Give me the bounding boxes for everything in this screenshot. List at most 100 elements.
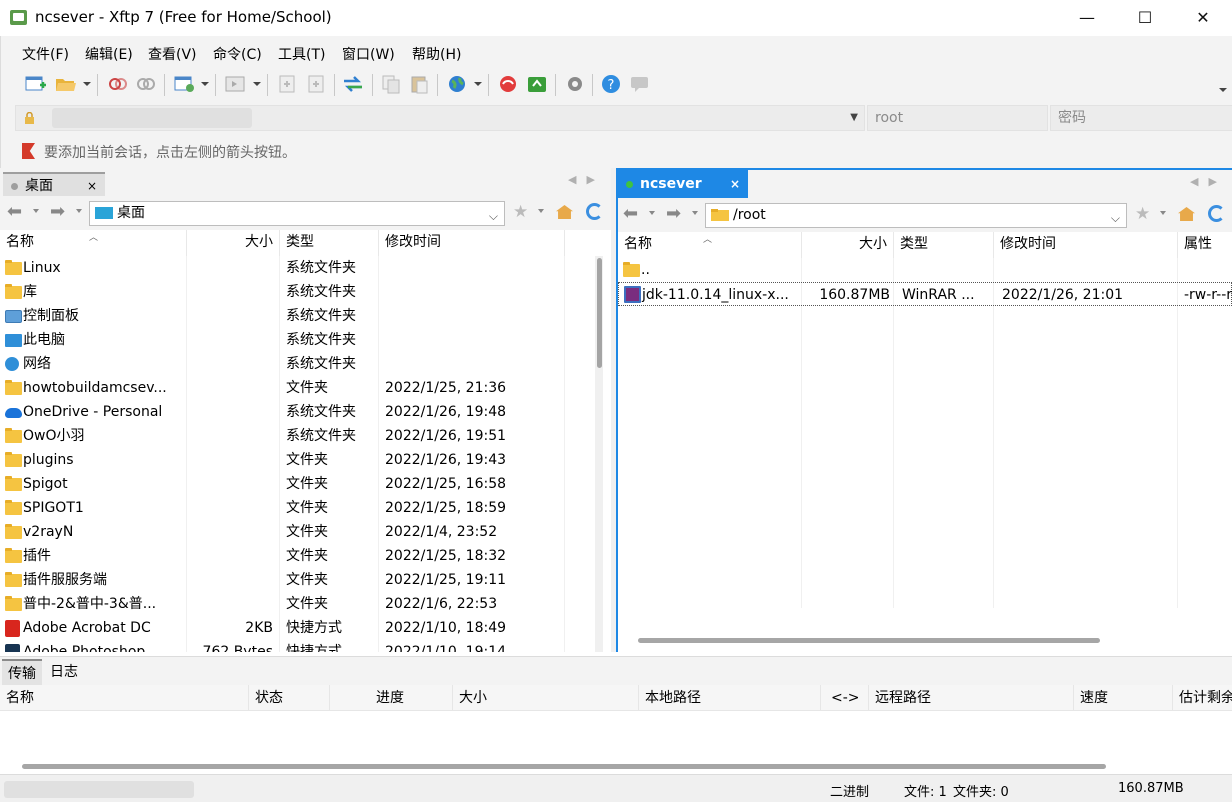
new-remote-folder-icon[interactable] [306,74,328,94]
file-row[interactable]: OneDrive - Personal 系统文件夹 2022/1/26, 19:48 [0,400,595,424]
path-dropdown-chevron-icon[interactable]: ⌵ [489,205,498,228]
file-row[interactable]: 网络 系统文件夹 [0,352,595,376]
session-properties-icon[interactable] [174,74,196,94]
menu-command[interactable]: 命令(C) [213,44,262,64]
file-row[interactable]: 库 系统文件夹 [0,280,595,304]
username-input[interactable]: root [867,105,1048,131]
globe-dropdown-caret-icon[interactable] [474,82,482,86]
column-header-local-path[interactable]: 本地路径 [639,685,821,711]
open-folder-icon[interactable] [55,74,77,94]
column-header-modified[interactable]: 修改时间 [994,232,1178,258]
local-vertical-scrollbar[interactable] [595,256,603,652]
file-row[interactable]: 插件服服务端 文件夹 2022/1/25, 19:11 [0,568,595,592]
local-path-input[interactable]: 桌面 ⌵ [89,201,505,226]
column-header-type[interactable]: 类型 [280,230,379,256]
tab-transfer[interactable]: 传输 [2,659,42,685]
favorites-star-icon[interactable]: ★ [513,202,528,222]
column-header-direction[interactable]: <-> [821,685,869,711]
file-row[interactable]: 插件 文件夹 2022/1/25, 18:32 [0,544,595,568]
file-row[interactable]: jdk-11.0.14_linux-x... 160.87MB WinRAR ...… [618,282,1232,306]
password-input[interactable]: 密码 [1050,105,1232,131]
favorites-star-icon[interactable]: ★ [1135,204,1150,224]
file-row[interactable]: 控制面板 系统文件夹 [0,304,595,328]
home-icon[interactable] [1178,207,1195,221]
column-header-name[interactable]: 名称 ︿ [618,232,802,258]
column-header-size[interactable]: 大小 [802,232,894,258]
file-row[interactable]: 此电脑 系统文件夹 [0,328,595,352]
column-header-type[interactable]: 类型 [894,232,994,258]
chat-icon[interactable] [629,74,651,94]
gear-icon[interactable] [564,74,586,94]
reconnect-icon[interactable] [135,74,157,94]
file-row[interactable]: Adobe Acrobat DC 2KB 快捷方式 2022/1/10, 18:49 [0,616,595,640]
help-icon[interactable]: ? [600,74,622,94]
column-header-name[interactable]: 名称 [0,685,249,711]
bookmark-flag-icon[interactable] [22,143,35,159]
new-local-folder-icon[interactable] [277,74,299,94]
forward-dropdown-caret-icon[interactable] [692,211,698,215]
toolbar-overflow-caret-icon[interactable] [1219,88,1227,92]
remote-path-input[interactable]: /root ⌵ [705,203,1127,228]
host-dropdown-caret-icon[interactable]: ▼ [850,106,858,130]
minimize-button[interactable]: — [1058,0,1116,36]
globe-icon[interactable] [447,74,469,94]
column-header-progress[interactable]: 进度 [330,685,453,711]
tab-scroll-arrows-icon[interactable]: ◀▶ [1190,175,1227,188]
back-arrow-icon[interactable]: ⬅ [7,202,22,222]
copy-icon[interactable] [381,74,403,94]
properties-dropdown-caret-icon[interactable] [201,82,209,86]
tab-close-icon[interactable]: × [728,176,742,192]
column-header-remote-path[interactable]: 远程路径 [869,685,1074,711]
menu-edit[interactable]: 编辑(E) [85,44,133,64]
column-header-size[interactable]: 大小 [187,230,280,256]
xshell-icon[interactable] [497,74,519,94]
back-dropdown-caret-icon[interactable] [649,211,655,215]
tab-local-desktop[interactable]: 桌面 × [3,172,105,196]
paste-icon[interactable] [409,74,431,94]
forward-dropdown-caret-icon[interactable] [76,209,82,213]
favorites-dropdown-caret-icon[interactable] [538,209,544,213]
status-transfer-mode[interactable]: 二进制 [830,781,869,800]
back-dropdown-caret-icon[interactable] [33,209,39,213]
favorites-dropdown-caret-icon[interactable] [1160,211,1166,215]
xftp-icon[interactable] [526,74,548,94]
tab-log[interactable]: 日志 [44,659,84,685]
file-row[interactable]: .. [618,258,1232,282]
menu-file[interactable]: 文件(F) [22,44,69,64]
column-header-attributes[interactable]: 属性 [1178,232,1232,258]
file-row[interactable]: howtobuildamcsev... 文件夹 2022/1/25, 21:36 [0,376,595,400]
tab-scroll-arrows-icon[interactable]: ◀▶ [568,173,605,186]
column-header-status[interactable]: 状态 [249,685,330,711]
home-icon[interactable] [556,205,573,219]
file-row[interactable]: v2rayN 文件夹 2022/1/4, 23:52 [0,520,595,544]
menu-help[interactable]: 帮助(H) [412,44,461,64]
tab-remote-ncsever[interactable]: ncsever × [618,170,748,198]
menu-window[interactable]: 窗口(W) [342,44,395,64]
sync-transfer-icon[interactable] [342,74,364,94]
file-row[interactable]: plugins 文件夹 2022/1/26, 19:43 [0,448,595,472]
transfer-horizontal-scrollbar[interactable] [22,764,1106,769]
open-dropdown-caret-icon[interactable] [83,82,91,86]
remote-horizontal-scrollbar[interactable] [638,638,1100,643]
file-row[interactable]: Adobe Photoshop ... 762 Bytes 快捷方式 2022/1/1… [0,640,595,652]
menu-view[interactable]: 查看(V) [148,44,197,64]
menu-tools[interactable]: 工具(T) [278,44,325,64]
forward-arrow-icon[interactable]: ➡ [50,202,65,222]
file-row[interactable]: SPIGOT1 文件夹 2022/1/25, 18:59 [0,496,595,520]
column-header-speed[interactable]: 速度 [1074,685,1173,711]
file-row[interactable]: Spigot 文件夹 2022/1/25, 16:58 [0,472,595,496]
file-row[interactable]: OwO小羽 系统文件夹 2022/1/26, 19:51 [0,424,595,448]
back-arrow-icon[interactable]: ⬅ [623,204,638,224]
terminal-icon[interactable] [225,74,247,94]
maximize-button[interactable]: ☐ [1116,0,1174,36]
refresh-icon[interactable] [1208,205,1225,222]
column-header-name[interactable]: 名称 ︿ [0,230,187,256]
file-row[interactable]: Linux 系统文件夹 [0,256,595,280]
tab-close-icon[interactable]: × [85,178,99,194]
forward-arrow-icon[interactable]: ➡ [666,204,681,224]
host-input[interactable]: ▼ [15,105,865,131]
close-button[interactable]: ✕ [1174,0,1232,36]
terminal-dropdown-caret-icon[interactable] [253,82,261,86]
column-header-modified[interactable]: 修改时间 [379,230,565,256]
new-session-icon[interactable] [25,74,47,94]
